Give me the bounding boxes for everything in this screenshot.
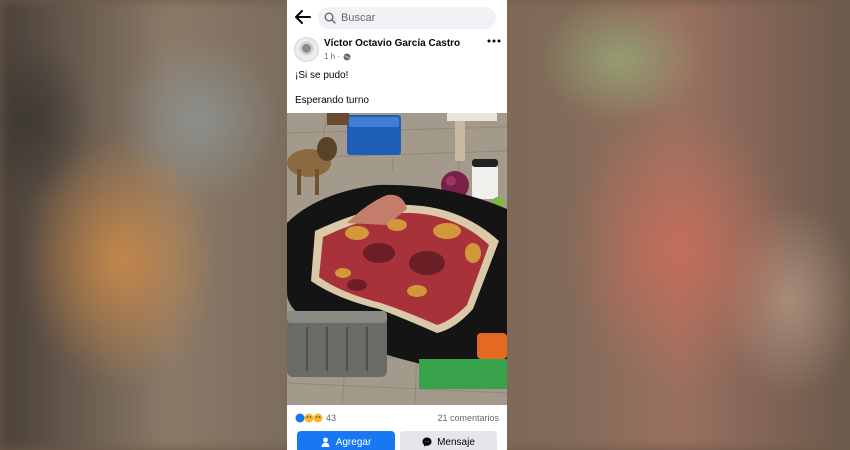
author-name[interactable]: Víctor Octavio García Castro [324, 38, 460, 49]
messenger-icon [422, 437, 432, 447]
avatar[interactable] [294, 37, 319, 62]
comments-count[interactable]: 21 comentarios [437, 413, 499, 423]
search-icon [324, 12, 336, 24]
post-time: 1 h · [324, 52, 341, 61]
back-arrow-icon[interactable] [295, 10, 311, 24]
reactions-row: 43 21 comentarios [287, 412, 507, 426]
more-options-icon[interactable] [487, 38, 501, 44]
search-input[interactable] [341, 12, 481, 24]
top-bar [287, 0, 507, 34]
message-button[interactable]: Mensaje [400, 431, 497, 450]
reactions-icon[interactable] [295, 413, 323, 423]
post-header: Víctor Octavio García Castro 1 h · [287, 34, 507, 66]
add-friend-icon [321, 437, 330, 447]
globe-icon [343, 53, 351, 60]
post-text-line: Esperando turno [295, 95, 369, 106]
post-text-line: ¡Si se pudo! [295, 70, 349, 81]
post-photo[interactable] [287, 113, 507, 405]
post-meta: 1 h · [324, 52, 351, 61]
photo-illustration [287, 113, 507, 405]
facebook-post-screen: Víctor Octavio García Castro 1 h · ¡Si s… [287, 0, 507, 450]
search-bar[interactable] [318, 7, 496, 29]
reaction-count: 43 [326, 413, 337, 423]
add-friend-button[interactable]: Agregar [297, 431, 395, 450]
add-friend-label: Agregar [335, 436, 372, 448]
message-label: Mensaje [437, 436, 475, 448]
